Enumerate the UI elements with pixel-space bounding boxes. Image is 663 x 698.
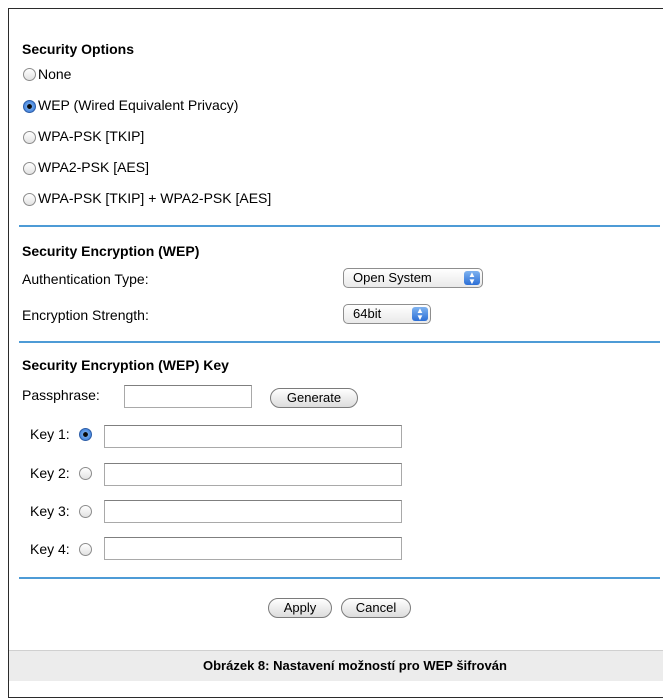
key-4-radio[interactable] [79, 543, 92, 556]
key-2-radio[interactable] [79, 467, 92, 480]
key-2-input[interactable] [104, 463, 402, 486]
key-4-input[interactable] [104, 537, 402, 560]
option-label-wpa-wpa2-mixed: WPA-PSK [TKIP] + WPA2-PSK [AES] [38, 190, 272, 206]
auth-type-value: Open System [353, 270, 432, 285]
auth-type-select[interactable]: Open System ▲ ▼ [343, 268, 483, 288]
key-1-label: Key 1: [30, 426, 70, 442]
key-2-label: Key 2: [30, 465, 70, 481]
passphrase-label: Passphrase: [22, 387, 100, 403]
auth-type-label: Authentication Type: [22, 271, 149, 287]
encryption-strength-select[interactable]: 64bit ▲ ▼ [343, 304, 431, 324]
generate-button[interactable]: Generate [270, 388, 358, 408]
key-4-label: Key 4: [30, 541, 70, 557]
radio-wpa-wpa2-mixed[interactable] [23, 193, 36, 206]
section-divider [19, 577, 660, 579]
key-3-radio[interactable] [79, 505, 92, 518]
figure-caption: Obrázek 8: Nastavení možností pro WEP ši… [203, 658, 507, 673]
key-1-input[interactable] [104, 425, 402, 448]
wep-key-heading: Security Encryption (WEP) Key [22, 357, 229, 373]
encryption-strength-value: 64bit [353, 306, 382, 321]
radio-none[interactable] [23, 68, 36, 81]
radio-wpa-psk-tkip[interactable] [23, 131, 36, 144]
radio-wpa2-psk-aes[interactable] [23, 162, 36, 175]
section-divider [19, 225, 660, 227]
security-options-heading: Security Options [22, 41, 135, 57]
cancel-button[interactable]: Cancel [341, 598, 411, 618]
updown-arrows-icon: ▲ ▼ [464, 271, 480, 286]
section-divider [19, 341, 660, 343]
updown-arrows-icon: ▲ ▼ [412, 307, 428, 322]
option-label-wpa2-psk-aes: WPA2-PSK [AES] [38, 159, 149, 175]
option-label-wep: WEP (Wired Equivalent Privacy) [38, 97, 239, 113]
key-1-radio[interactable] [79, 428, 92, 441]
passphrase-input[interactable] [124, 385, 252, 408]
option-label-wpa-psk-tkip: WPA-PSK [TKIP] [38, 128, 145, 144]
apply-button[interactable]: Apply [268, 598, 332, 618]
encryption-heading: Security Encryption (WEP) [22, 243, 200, 259]
option-label-none: None [38, 66, 72, 82]
key-3-input[interactable] [104, 500, 402, 523]
radio-wep[interactable] [23, 100, 36, 113]
key-3-label: Key 3: [30, 503, 70, 519]
figure-caption-bar: Obrázek 8: Nastavení možností pro WEP ši… [9, 650, 663, 681]
encryption-strength-label: Encryption Strength: [22, 307, 149, 323]
